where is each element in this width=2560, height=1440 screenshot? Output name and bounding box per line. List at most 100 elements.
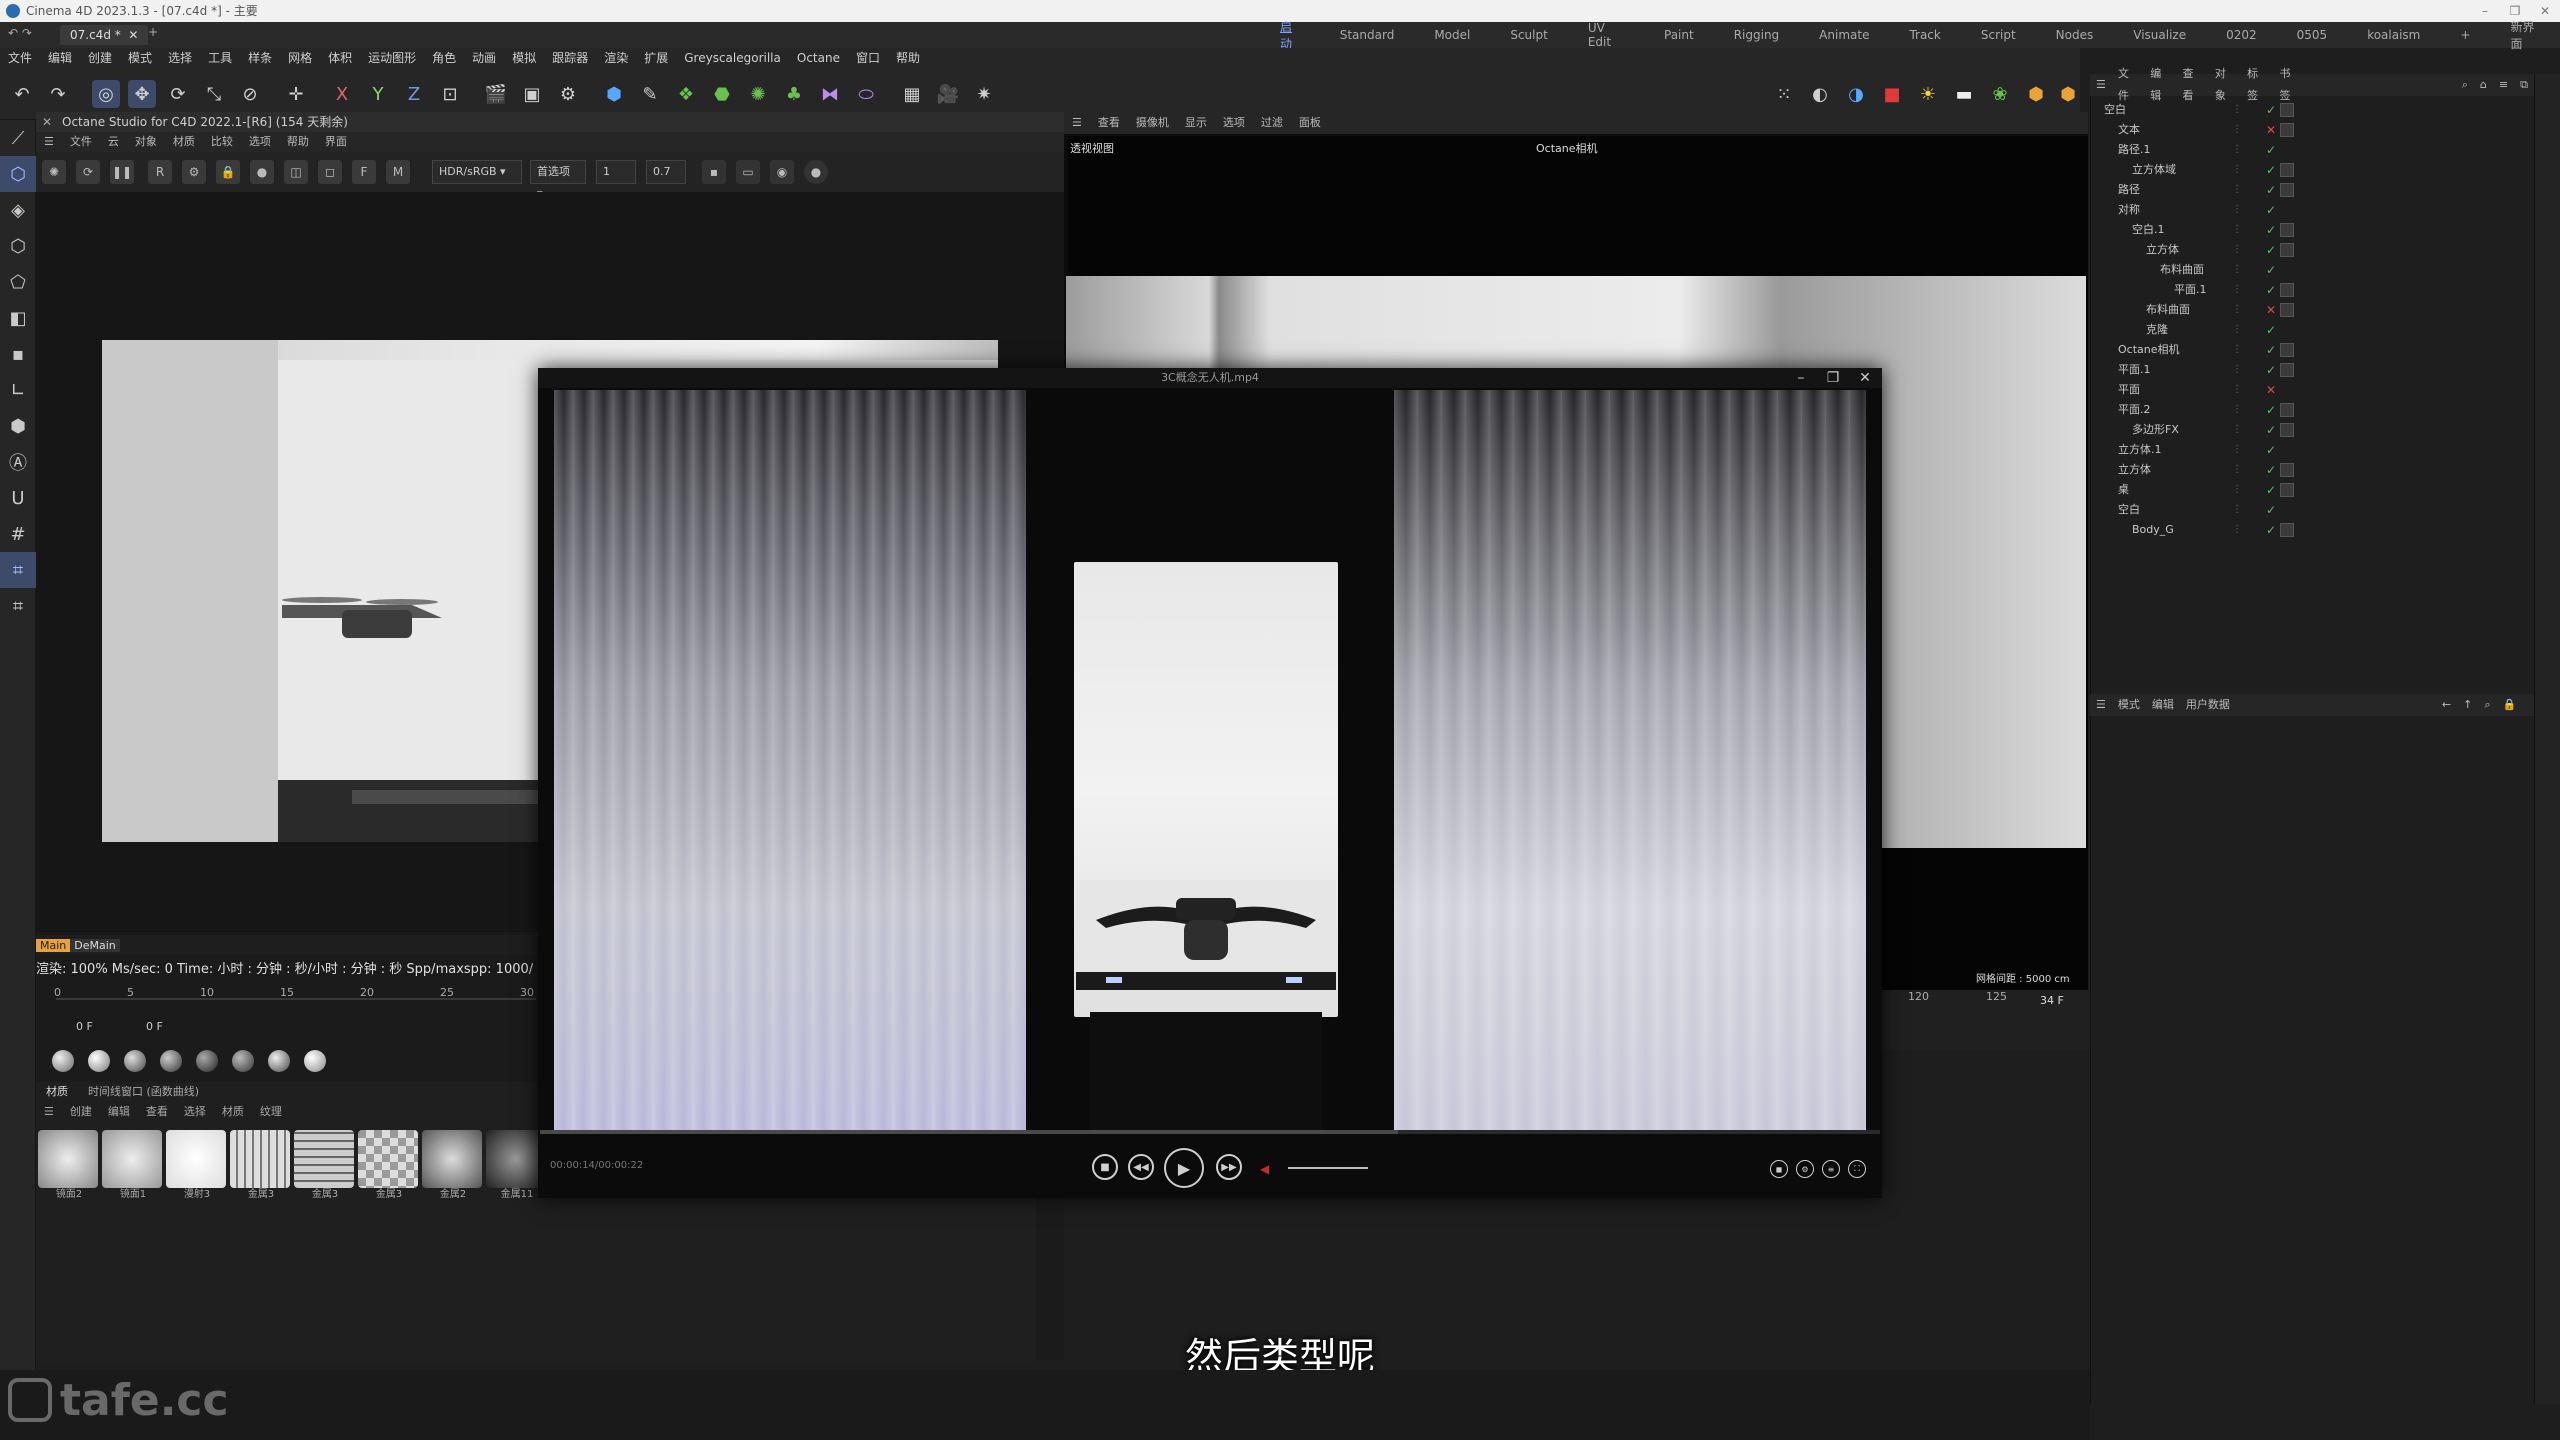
object-row[interactable]: 多边形FX ⋮ ✓ [2096, 420, 2526, 440]
player-maximize-icon[interactable]: ❐ [1817, 370, 1849, 386]
move-icon[interactable]: ✥ [128, 80, 156, 108]
visibility-dots-icon[interactable]: ⋮ [2232, 120, 2250, 140]
x-axis-icon[interactable]: X [328, 80, 356, 108]
white-balance-icon[interactable]: ◻ [318, 160, 342, 184]
object-tag-icon[interactable] [2280, 523, 2294, 537]
object-home-icon[interactable]: ⌂ [2474, 74, 2493, 96]
main-tag[interactable]: Main [36, 938, 71, 952]
focus-picker-icon[interactable]: ◫ [284, 160, 308, 184]
object-new-window-icon[interactable]: ⧉ [2514, 74, 2534, 96]
lock-icon[interactable]: 🔒 [216, 160, 240, 184]
octane-tag-icon[interactable]: ⬢ [2058, 80, 2078, 108]
fast-forward-button[interactable]: ▶▶ [1216, 1154, 1242, 1180]
object-tag-icon[interactable] [2280, 163, 2294, 177]
field-icon[interactable]: ⬭ [852, 80, 880, 108]
close-panel-icon[interactable]: ✕ [42, 112, 52, 132]
object-tag-icon[interactable] [2280, 303, 2294, 317]
player-minimize-icon[interactable]: – [1785, 370, 1817, 386]
rewind-button[interactable]: ◀◀ [1128, 1154, 1154, 1180]
vp-menu-display[interactable]: 显示 [1177, 112, 1215, 134]
layout-uv-edit[interactable]: UV Edit [1568, 21, 1644, 49]
octane-arealight-icon[interactable]: ▬ [1950, 80, 1978, 108]
visibility-dots-icon[interactable]: ⋮ [2232, 240, 2250, 260]
octane-scatter-icon[interactable]: ❀ [1986, 80, 2014, 108]
text-icon[interactable]: Ⓐ [0, 444, 36, 480]
undo-history-icon[interactable]: ↶ ↷ [8, 26, 32, 40]
light-icon[interactable]: ✷ [970, 80, 998, 108]
octane-menu-materials[interactable]: 材质 [165, 132, 203, 152]
spline-pen-icon[interactable]: ✎ [636, 80, 664, 108]
layout-animate[interactable]: Animate [1799, 28, 1889, 42]
disabled-cross-icon[interactable]: ✕ [2266, 380, 2280, 400]
render-to-picture-viewer-icon[interactable]: ▣ [518, 80, 546, 108]
cube-icon[interactable]: ⬢ [600, 80, 628, 108]
snapshot-button[interactable]: ◼ [1770, 1160, 1788, 1178]
menu-window[interactable]: 窗口 [848, 48, 888, 68]
visibility-dots-icon[interactable]: ⋮ [2232, 220, 2250, 240]
layout-rigging[interactable]: Rigging [1714, 28, 1799, 42]
visibility-dots-icon[interactable]: ⋮ [2232, 160, 2250, 180]
point-mode-icon[interactable]: ⬡ [0, 228, 36, 264]
render-settings-icon[interactable]: ⚙ [554, 80, 582, 108]
menu-file[interactable]: 文件 [0, 48, 40, 68]
coordinate-system-icon[interactable]: ⊡ [436, 80, 464, 108]
enabled-check-icon[interactable]: ✓ [2266, 400, 2280, 420]
vp-menu-panel[interactable]: 面板 [1291, 112, 1329, 134]
layout-model[interactable]: Model [1414, 28, 1490, 42]
vp-menu-view[interactable]: 查看 [1090, 112, 1128, 134]
octane-menu-options[interactable]: 选项 [241, 132, 279, 152]
preset-portal-icon[interactable] [232, 1050, 254, 1072]
object-tag-icon[interactable] [2280, 363, 2294, 377]
enabled-check-icon[interactable]: ✓ [2266, 500, 2280, 520]
polygon-mode-icon[interactable]: ◧ [0, 300, 36, 336]
visibility-dots-icon[interactable]: ⋮ [2232, 320, 2250, 340]
y-axis-icon[interactable]: Y [364, 80, 392, 108]
preset-glossy-icon[interactable] [88, 1050, 110, 1072]
menu-character[interactable]: 角色 [424, 48, 464, 68]
uv-mode-icon[interactable]: ▪ [0, 336, 36, 372]
settings-button[interactable]: ⚙ [1796, 1160, 1814, 1178]
preset-blend-icon[interactable] [268, 1050, 290, 1072]
vp-menu-filter[interactable]: 过滤 [1253, 112, 1291, 134]
attr-back-icon[interactable]: ← [2436, 694, 2457, 716]
workplane-icon[interactable]: ⌗ [0, 552, 36, 588]
visibility-dots-icon[interactable]: ⋮ [2232, 260, 2250, 280]
octane-menu-cloud[interactable]: 云 [100, 132, 127, 152]
camera-view-icon[interactable]: ◉ [770, 160, 794, 184]
menu-mesh[interactable]: 网格 [280, 48, 320, 68]
object-search-icon[interactable]: ⌕ [2456, 74, 2474, 96]
fullscreen-button[interactable]: ⛶ [1848, 1160, 1866, 1178]
octane-menu-gui[interactable]: 界面 [317, 132, 355, 152]
attribute-menu-icon[interactable]: ☰ [2090, 694, 2112, 716]
enabled-check-icon[interactable]: ✓ [2266, 100, 2280, 120]
volume-icon[interactable]: ◀ [1260, 1162, 1269, 1176]
enabled-check-icon[interactable]: ✓ [2266, 140, 2280, 160]
menu-spline[interactable]: 样条 [240, 48, 280, 68]
material-picker-icon[interactable]: M [386, 160, 410, 184]
visibility-dots-icon[interactable]: ⋮ [2232, 200, 2250, 220]
document-tab[interactable]: 07.c4d * ✕ [60, 25, 149, 45]
enabled-check-icon[interactable]: ✓ [2266, 520, 2280, 540]
attr-up-icon[interactable]: ↑ [2457, 694, 2478, 716]
enabled-check-icon[interactable]: ✓ [2266, 180, 2280, 200]
object-row[interactable]: 空白 ⋮ ✓ [2096, 500, 2526, 520]
new-interface-button[interactable]: 新界面 [2490, 18, 2560, 52]
tab-timeline-curves[interactable]: 时间线窗口 (函数曲线) [78, 1082, 209, 1102]
fracture-icon[interactable]: ♣ [780, 80, 808, 108]
enabled-check-icon[interactable]: ✓ [2266, 420, 2280, 440]
enabled-check-icon[interactable]: ✓ [2266, 280, 2280, 300]
object-menu-icon[interactable]: ☰ [2090, 74, 2112, 96]
visibility-dots-icon[interactable]: ⋮ [2232, 360, 2250, 380]
enabled-check-icon[interactable]: ✓ [2266, 220, 2280, 240]
layout-0202[interactable]: 0202 [2206, 28, 2277, 42]
object-row[interactable]: 平面 ⋮ ✕ [2096, 380, 2526, 400]
settings-icon[interactable]: ⚙ [182, 160, 206, 184]
mat-menu-edit[interactable]: 编辑 [100, 1102, 138, 1122]
grid-snap-icon[interactable]: # [0, 516, 36, 552]
extrude-icon[interactable]: ⬣ [708, 80, 736, 108]
rotate-icon[interactable]: ⟳ [164, 80, 192, 108]
octane-menu-file[interactable]: 文件 [62, 132, 100, 152]
object-row[interactable]: 路径 ⋮ ✓ [2096, 180, 2526, 200]
octane-menu-icon[interactable]: ☰ [36, 132, 62, 152]
undo-icon[interactable]: ↶ [8, 80, 36, 108]
